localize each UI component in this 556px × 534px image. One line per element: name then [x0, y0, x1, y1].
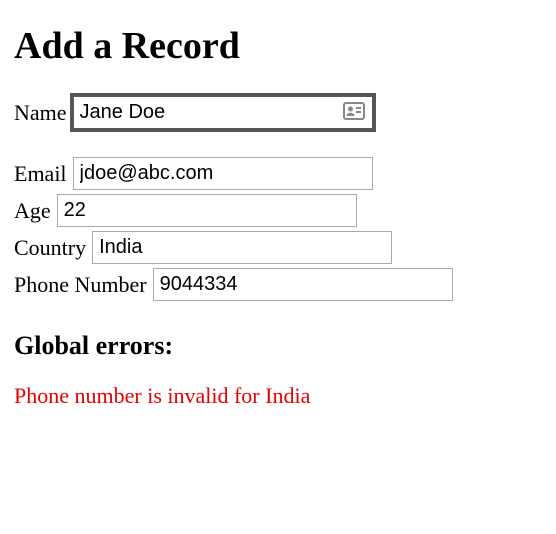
field-country: Country [14, 231, 542, 264]
country-input[interactable] [92, 231, 392, 264]
country-label: Country [14, 235, 86, 261]
page-title: Add a Record [14, 24, 542, 68]
field-age: Age [14, 194, 542, 227]
phone-label: Phone Number [14, 272, 147, 298]
field-email: Email [14, 157, 542, 190]
email-input[interactable] [73, 157, 373, 190]
global-errors-heading: Global errors: [14, 331, 542, 361]
age-input[interactable] [57, 194, 357, 227]
error-message: Phone number is invalid for India [14, 383, 542, 409]
age-label: Age [14, 198, 51, 224]
add-record-form: Add a Record Name Email Age Country [0, 0, 556, 409]
field-phone: Phone Number [14, 268, 542, 301]
email-label: Email [14, 161, 67, 187]
phone-input[interactable] [153, 268, 453, 301]
field-name: Name [14, 96, 542, 129]
name-label: Name [14, 100, 67, 126]
name-input[interactable] [73, 96, 373, 129]
